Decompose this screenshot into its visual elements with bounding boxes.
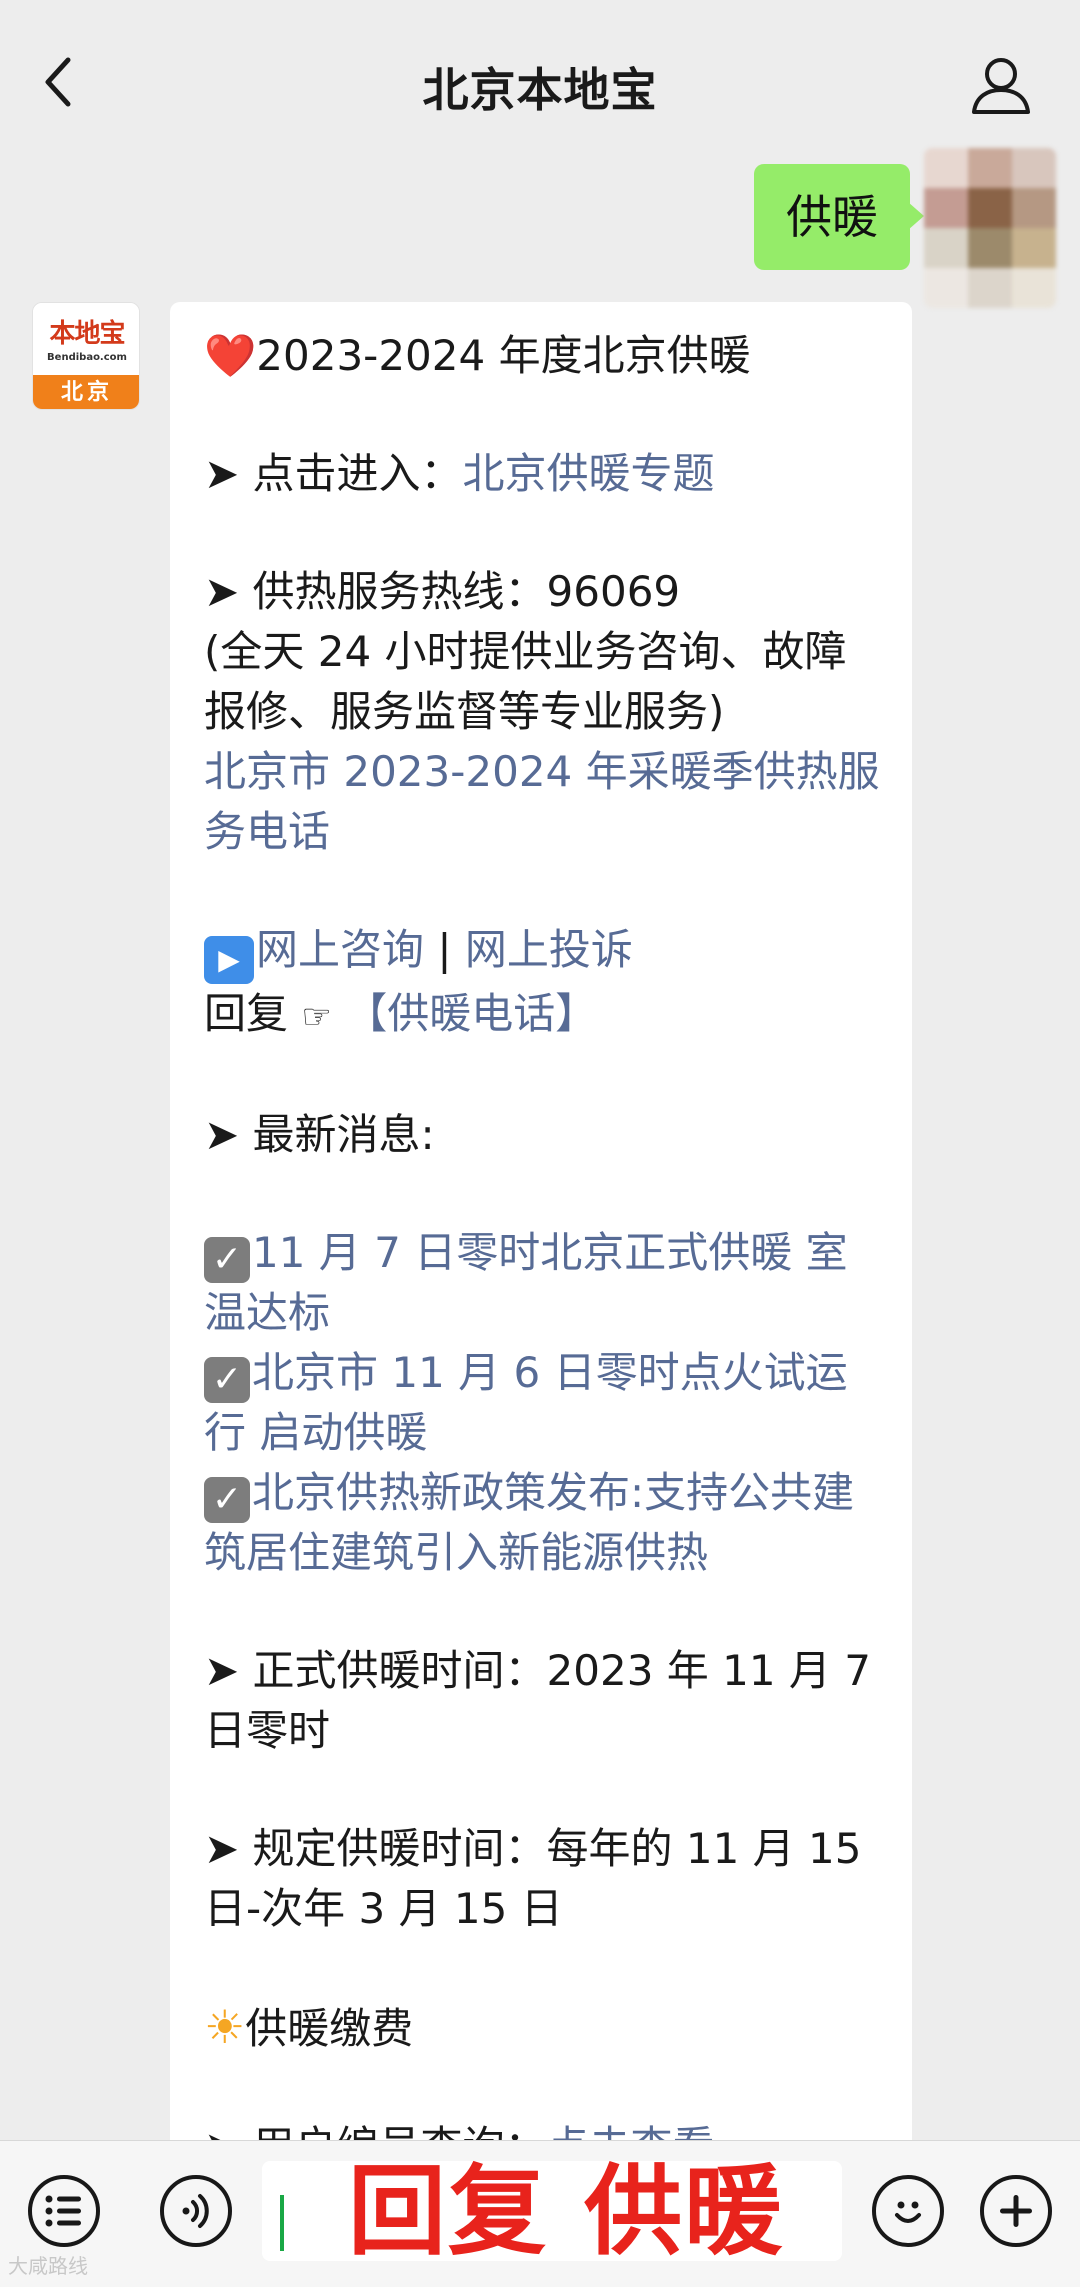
news-item: ✓ 11 月 7 日零时北京正式供暖 室温达标 (204, 1223, 882, 1343)
play-icon: ▶ (204, 936, 254, 984)
my-avatar[interactable] (924, 148, 1056, 308)
payment-line: ☀供暖缴费 (204, 1997, 882, 2059)
plus-icon[interactable] (980, 2175, 1052, 2247)
online-line: ▶ 网上咨询 | 网上投诉 (204, 920, 882, 984)
online-separator: | (424, 925, 465, 974)
outgoing-message[interactable]: 供暖 (754, 164, 924, 270)
smiley-icon[interactable] (872, 2175, 944, 2247)
entry-line: ➤ 点击进入：北京供暖专题 (204, 444, 882, 504)
chat-title: 北京本地宝 (422, 63, 658, 117)
reply-prefix: 回复 (204, 989, 289, 1038)
official-time: ➤ 正式供暖时间：2023 年 11 月 7 日零时 (204, 1646, 871, 1755)
sun-icon: ☀ (204, 2000, 246, 2054)
news-item: ✓ 北京供热新政策发布:支持公共建筑居住建筑引入新能源供热 (204, 1463, 882, 1583)
voice-icon[interactable] (160, 2175, 232, 2247)
chat-header: 北京本地宝 (0, 0, 1080, 152)
checkbox-icon: ✓ (204, 1237, 250, 1283)
avatar-city: 北京 (33, 375, 139, 409)
input-bar: 回复 供暖 大咸路线 (0, 2140, 1080, 2287)
reply-line: 回复 ☞ 【供暖电话】 (204, 984, 882, 1047)
person-icon[interactable] (968, 52, 1034, 118)
pointing-hand-icon: ☞ (301, 997, 332, 1037)
online-complaint-link[interactable]: 网上投诉 (465, 925, 633, 974)
list-icon[interactable] (28, 2175, 100, 2247)
message-input-value: 回复 供暖 (348, 2155, 785, 2269)
news-link[interactable]: 北京供热新政策发布:支持公共建筑居住建筑引入新能源供热 (204, 1468, 854, 1577)
news-label: ➤ 最新消息: (204, 1110, 435, 1159)
reply-phone-link[interactable]: 【供暖电话】 (345, 989, 597, 1038)
regulated-time: ➤ 规定供暖时间：每年的 11 月 15 日-次年 3 月 15 日 (204, 1824, 862, 1933)
hotline-link[interactable]: 北京市 2023-2024 年采暖季供热服务电话 (204, 742, 882, 862)
hotline-label: ➤ 供热服务热线：96069 (204, 567, 681, 616)
news-link[interactable]: 北京市 11 月 6 日零时点火试运行 启动供暖 (204, 1348, 848, 1457)
news-link[interactable]: 11 月 7 日零时北京正式供暖 室温达标 (204, 1228, 848, 1337)
payment-label: 供暖缴费 (245, 2004, 414, 2053)
checkbox-icon: ✓ (204, 1357, 250, 1403)
hotline-note: (全天 24 小时提供业务咨询、故障报修、服务监督等专业服务) (204, 627, 847, 736)
reply-title: 2023-2024 年度北京供暖 (256, 331, 751, 380)
incoming-message: ❤️2023-2024 年度北京供暖 ➤ 点击进入：北京供暖专题 ➤ 供热服务热… (170, 302, 912, 2262)
entry-prefix: ➤ 点击进入： (204, 449, 463, 498)
reply-title-line: ❤️2023-2024 年度北京供暖 (204, 326, 882, 386)
message-input[interactable]: 回复 供暖 (262, 2157, 842, 2267)
online-consult-link[interactable]: 网上咨询 (256, 925, 424, 974)
checkbox-icon: ✓ (204, 1477, 250, 1523)
account-avatar[interactable]: 本地宝 Bendibao.com 北京 (32, 302, 140, 410)
avatar-brand: 本地宝 (49, 319, 125, 349)
heart-icon: ❤️ (204, 331, 257, 380)
avatar-domain: Bendibao.com (47, 352, 127, 363)
watermark-text: 大咸路线 (8, 2254, 88, 2278)
text-caret (280, 2195, 284, 2251)
avatar-logo: 本地宝 Bendibao.com (33, 303, 139, 375)
entry-link[interactable]: 北京供暖专题 (463, 449, 715, 498)
news-item: ✓ 北京市 11 月 6 日零时点火试运行 启动供暖 (204, 1343, 882, 1463)
